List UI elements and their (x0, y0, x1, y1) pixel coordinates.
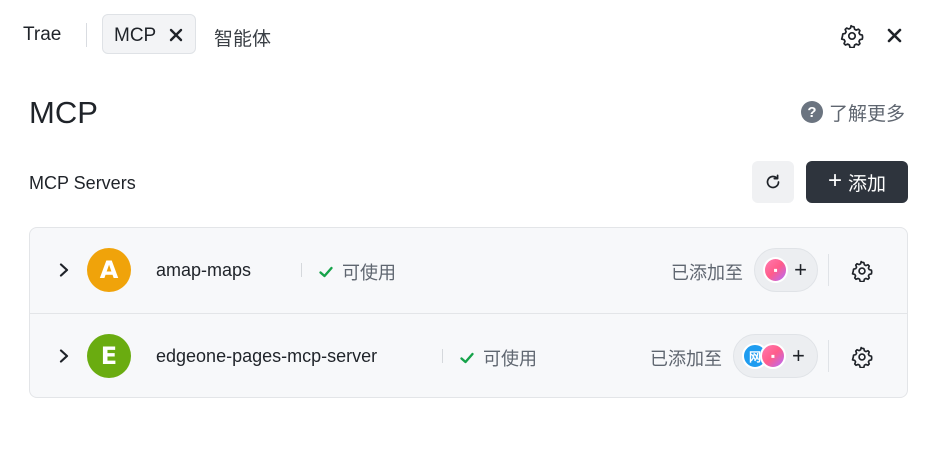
status-badge: 可使用 (459, 345, 537, 371)
builder-icon: ▪ (763, 257, 789, 283)
learn-more-label: 了解更多 (829, 103, 906, 125)
divider (442, 349, 443, 363)
help-icon: ? (801, 101, 823, 123)
tab-trae[interactable]: Trae (23, 24, 61, 46)
chevron-right-icon[interactable] (57, 349, 71, 363)
plus-icon: + (792, 343, 805, 368)
added-to-label: 已添加至 (671, 263, 743, 283)
server-row-edgeone-pages-mcp-server[interactable]: E edgeone-pages-mcp-server 可使用 已添加至 网 ▪ … (30, 313, 907, 397)
status-text: 可使用 (483, 349, 537, 369)
chevron-right-icon[interactable] (57, 263, 71, 277)
divider (828, 340, 829, 372)
add-button[interactable]: + 添加 (806, 161, 908, 203)
page-title: MCP (29, 95, 98, 130)
divider (301, 263, 302, 277)
gear-icon[interactable] (851, 260, 873, 282)
server-list: A amap-maps 可使用 已添加至 ▪ + E edgeone-pages… (29, 227, 908, 398)
learn-more-link[interactable]: ? 了解更多 (801, 100, 906, 125)
refresh-icon (766, 174, 780, 189)
tab-divider (86, 23, 87, 47)
server-name: amap-maps (156, 260, 252, 280)
server-row-amap-maps[interactable]: A amap-maps 可使用 已添加至 ▪ + (30, 228, 907, 313)
gear-icon[interactable] (851, 346, 873, 368)
close-icon[interactable] (885, 26, 904, 45)
tab-mcp[interactable]: MCP (102, 14, 196, 54)
builder-icon: ▪ (760, 343, 786, 369)
server-name: edgeone-pages-mcp-server (156, 346, 378, 366)
add-button-label: 添加 (848, 173, 887, 195)
status-badge: 可使用 (318, 259, 396, 285)
check-icon (319, 266, 333, 278)
avatar: A (87, 248, 131, 292)
status-text: 可使用 (342, 263, 396, 283)
plus-icon: + (794, 257, 807, 282)
section-title: MCP Servers (29, 173, 136, 193)
tab-agent[interactable]: 智能体 (214, 24, 271, 51)
added-to-label: 已添加至 (650, 349, 722, 369)
close-tab-icon[interactable] (167, 26, 185, 44)
refresh-button[interactable] (752, 161, 794, 203)
tab-mcp-label: MCP (114, 25, 157, 46)
divider (828, 254, 829, 286)
avatar: E (87, 334, 131, 378)
agent-selector[interactable]: ▪ + (754, 248, 818, 292)
agent-selector[interactable]: 网 ▪ + (733, 334, 818, 378)
settings-gear-icon[interactable] (840, 24, 864, 48)
top-bar: Trae MCP 智能体 (0, 0, 930, 72)
plus-icon: + (827, 167, 842, 194)
check-icon (460, 352, 474, 364)
